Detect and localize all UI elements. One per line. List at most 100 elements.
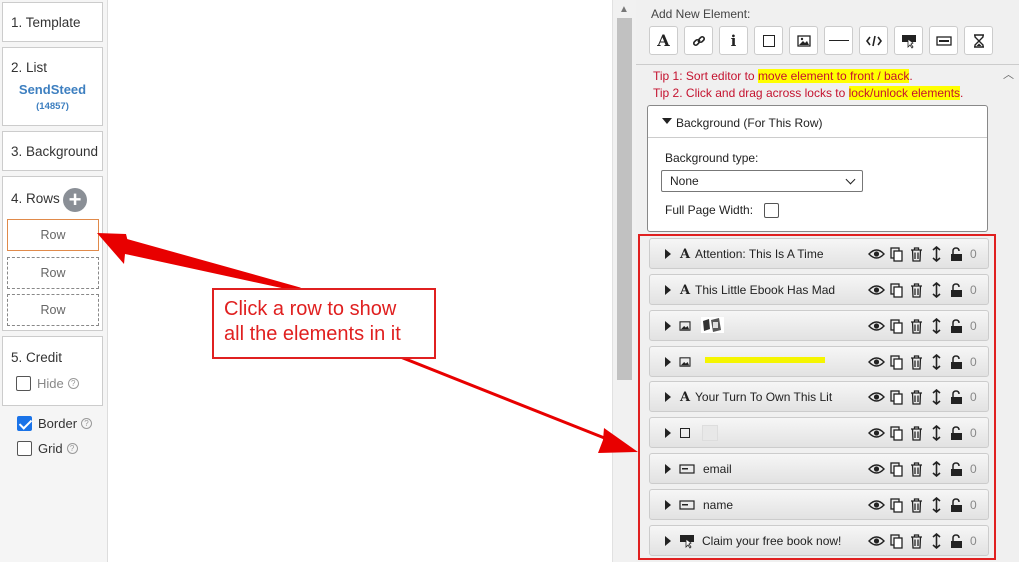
eye-icon[interactable] (867, 460, 885, 478)
scroll-up-icon[interactable]: ▲ (619, 4, 629, 15)
element-row[interactable]: email 0 (649, 453, 989, 484)
element-row[interactable]: A Attention: This Is A Time 0 (649, 238, 989, 269)
add-link-button[interactable] (684, 26, 713, 55)
copy-icon[interactable] (887, 532, 905, 550)
panel-scrollbar[interactable]: ︿ (999, 66, 1019, 562)
trash-icon[interactable] (907, 460, 925, 478)
eye-icon[interactable] (867, 281, 885, 299)
element-row[interactable]: A This Little Ebook Has Mad 0 (649, 274, 989, 305)
step-template[interactable]: 1. Template (2, 2, 103, 42)
row-button-selected[interactable]: Row (7, 219, 99, 251)
eye-icon[interactable] (867, 532, 885, 550)
page-scrollbar[interactable]: ▲ (612, 0, 636, 562)
grid-option[interactable]: Grid ? (17, 441, 78, 456)
move-vertical-icon[interactable] (927, 424, 945, 442)
element-row[interactable]: 0 (649, 417, 989, 448)
element-row[interactable]: 0 (649, 346, 989, 377)
add-timer-button[interactable] (964, 26, 993, 55)
unlock-icon[interactable] (947, 245, 965, 263)
background-type-select[interactable]: None (661, 170, 863, 192)
element-row[interactable]: 0 (649, 310, 989, 341)
add-button-button[interactable] (894, 26, 923, 55)
expand-caret-icon[interactable] (665, 285, 671, 295)
full-page-width-checkbox[interactable] (764, 203, 779, 218)
eye-icon[interactable] (867, 496, 885, 514)
copy-icon[interactable] (887, 317, 905, 335)
unlock-icon[interactable] (947, 532, 965, 550)
help-icon[interactable]: ? (66, 443, 78, 454)
eye-icon[interactable] (867, 317, 885, 335)
copy-icon[interactable] (887, 460, 905, 478)
add-code-button[interactable] (859, 26, 888, 55)
expand-caret-icon[interactable] (665, 428, 671, 438)
eye-icon[interactable] (867, 388, 885, 406)
copy-icon[interactable] (887, 388, 905, 406)
element-label: name (703, 498, 734, 512)
trash-icon[interactable] (907, 532, 925, 550)
border-option[interactable]: Border ? (17, 416, 93, 431)
expand-caret-icon[interactable] (665, 536, 671, 546)
info-icon: i (730, 31, 737, 50)
grid-checkbox[interactable] (17, 441, 32, 456)
expand-caret-icon[interactable] (665, 500, 671, 510)
help-icon[interactable]: ? (81, 418, 93, 429)
help-icon[interactable]: ? (67, 378, 79, 389)
row-background-header[interactable]: Background (For This Row) (648, 106, 987, 138)
unlock-icon[interactable] (947, 424, 965, 442)
trash-icon[interactable] (907, 496, 925, 514)
unlock-icon[interactable] (947, 460, 965, 478)
unlock-icon[interactable] (947, 281, 965, 299)
expand-caret-icon[interactable] (665, 321, 671, 331)
unlock-icon[interactable] (947, 496, 965, 514)
trash-icon[interactable] (907, 245, 925, 263)
trash-icon[interactable] (907, 281, 925, 299)
move-vertical-icon[interactable] (927, 353, 945, 371)
add-info-button[interactable]: i (719, 26, 748, 55)
copy-icon[interactable] (887, 424, 905, 442)
move-vertical-icon[interactable] (927, 317, 945, 335)
expand-caret-icon[interactable] (665, 464, 671, 474)
trash-icon[interactable] (907, 424, 925, 442)
expand-caret-icon[interactable] (665, 392, 671, 402)
expand-caret-icon[interactable] (665, 357, 671, 367)
trash-icon[interactable] (907, 353, 925, 371)
move-vertical-icon[interactable] (927, 460, 945, 478)
move-vertical-icon[interactable] (927, 245, 945, 263)
unlock-icon[interactable] (947, 317, 965, 335)
add-image-button[interactable] (789, 26, 818, 55)
element-row[interactable]: Claim your free book now! 0 (649, 525, 989, 556)
element-row[interactable]: name 0 (649, 489, 989, 520)
copy-icon[interactable] (887, 281, 905, 299)
element-row[interactable]: A Your Turn To Own This Lit 0 (649, 381, 989, 412)
hide-checkbox[interactable] (16, 376, 31, 391)
eye-icon[interactable] (867, 424, 885, 442)
eye-icon[interactable] (867, 353, 885, 371)
row-button[interactable]: Row (7, 257, 99, 289)
add-row-button[interactable]: + (63, 188, 87, 212)
move-vertical-icon[interactable] (927, 388, 945, 406)
move-vertical-icon[interactable] (927, 281, 945, 299)
step-list[interactable]: 2. List SendSteed (14857) (2, 47, 103, 126)
element-label: Your Turn To Own This Lit (695, 390, 833, 404)
expand-caret-icon[interactable] (665, 249, 671, 259)
panel-scroll-up-icon[interactable]: ︿ (1003, 66, 1014, 82)
border-checkbox[interactable] (17, 416, 32, 431)
row-button[interactable]: Row (7, 294, 99, 326)
trash-icon[interactable] (907, 317, 925, 335)
copy-icon[interactable] (887, 496, 905, 514)
add-line-button[interactable] (824, 26, 853, 55)
trash-icon[interactable] (907, 388, 925, 406)
add-text-button[interactable]: A (649, 26, 678, 55)
copy-icon[interactable] (887, 245, 905, 263)
move-vertical-icon[interactable] (927, 532, 945, 550)
hide-credit-option[interactable]: Hide ? (16, 376, 79, 391)
unlock-icon[interactable] (947, 353, 965, 371)
copy-icon[interactable] (887, 353, 905, 371)
scroll-thumb[interactable] (617, 18, 632, 380)
move-vertical-icon[interactable] (927, 496, 945, 514)
unlock-icon[interactable] (947, 388, 965, 406)
add-box-button[interactable] (754, 26, 783, 55)
eye-icon[interactable] (867, 245, 885, 263)
step-background[interactable]: 3. Background (2, 131, 103, 171)
add-input-button[interactable] (929, 26, 958, 55)
